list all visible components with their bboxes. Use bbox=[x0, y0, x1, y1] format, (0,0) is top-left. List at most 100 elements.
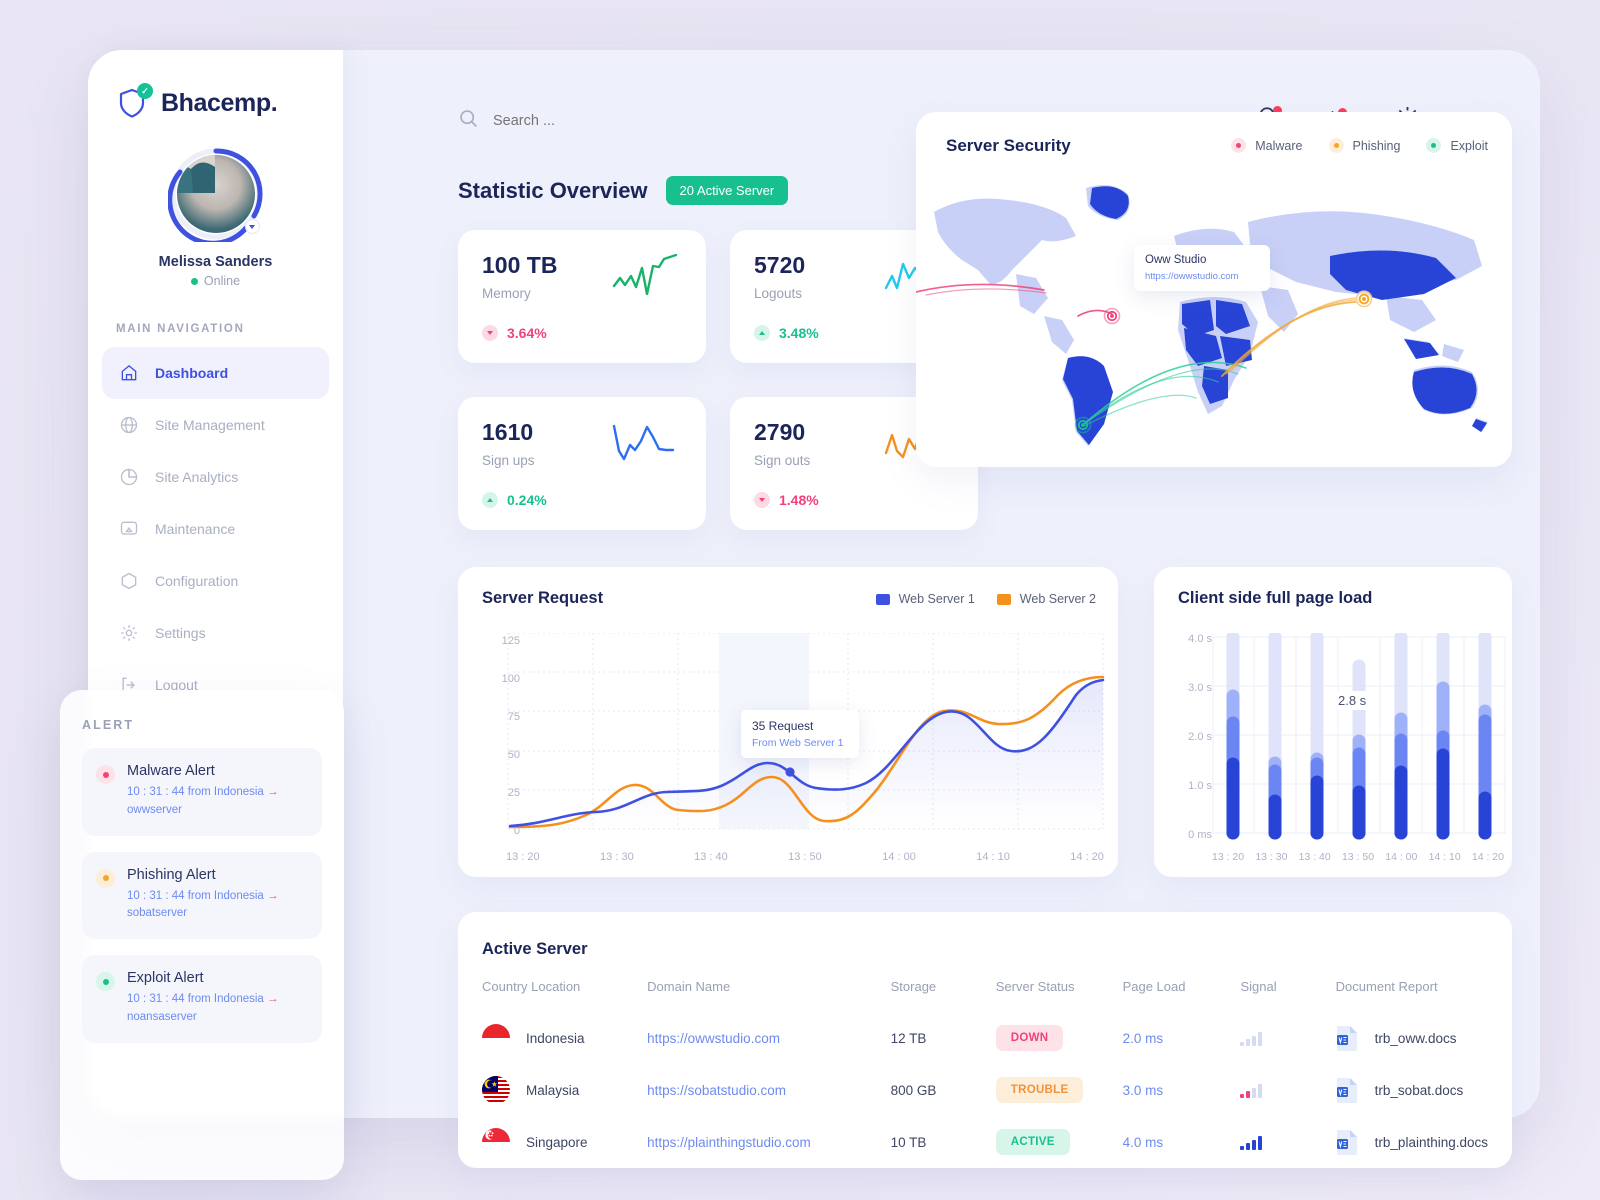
shield-check-icon: ✓ bbox=[116, 83, 153, 120]
arrow-up-icon bbox=[754, 325, 770, 341]
alert-server: noansaserver bbox=[127, 1011, 197, 1024]
chevron-down-icon[interactable] bbox=[244, 219, 260, 234]
server-request-chart-card: Server Request Web Server 1 Web Server 2… bbox=[458, 567, 1118, 877]
document-name[interactable]: trb_plainthing.docs bbox=[1375, 1135, 1488, 1150]
cell-signal bbox=[1240, 1116, 1335, 1168]
table-row[interactable]: Malaysia https://sobatstudio.com 800 GB … bbox=[482, 1064, 1488, 1116]
cell-document: trb_oww.docs bbox=[1336, 1012, 1488, 1064]
legend-label: Exploit bbox=[1450, 138, 1488, 153]
malware-dot-icon bbox=[96, 765, 115, 784]
alert-meta: 10 : 31 : 44 from Indonesia → owwserver bbox=[127, 784, 279, 820]
legend-label: Malware bbox=[1255, 138, 1303, 153]
column-header: Server Status bbox=[995, 979, 1075, 994]
sidebar-item-site-management[interactable]: Site Management bbox=[102, 399, 329, 451]
stat-card-memory[interactable]: 100 TB Memory 3.64% bbox=[458, 230, 706, 363]
legend-exploit[interactable]: Exploit bbox=[1426, 138, 1488, 153]
x-tick: 14 : 00 bbox=[882, 851, 916, 863]
cell-document: trb_plainthing.docs bbox=[1336, 1116, 1488, 1168]
map-tooltip[interactable]: Oww Studio https://owwstudio.com bbox=[1134, 245, 1270, 291]
word-doc-icon bbox=[1336, 1076, 1359, 1104]
active-server-table: Country Location Domain Name Storage Ser… bbox=[482, 979, 1488, 1168]
document-name[interactable]: trb_oww.docs bbox=[1375, 1031, 1457, 1046]
profile-status: Online bbox=[88, 274, 343, 288]
column-header: Page Load bbox=[1122, 979, 1186, 994]
sidebar-label: Site Analytics bbox=[155, 469, 239, 485]
search-box[interactable] bbox=[458, 108, 713, 134]
brand-name: Bhacemp. bbox=[161, 88, 278, 117]
stat-delta: 3.48% bbox=[754, 325, 819, 341]
document-name[interactable]: trb_sobat.docs bbox=[1375, 1083, 1464, 1098]
stat-delta-value: 0.24% bbox=[507, 492, 547, 508]
alert-item-exploit[interactable]: Exploit Alert 10 : 31 : 44 from Indonesi… bbox=[82, 955, 322, 1043]
sidebar-item-dashboard[interactable]: Dashboard bbox=[102, 347, 329, 399]
arrow-down-icon bbox=[482, 325, 498, 341]
page-load-chart-card: Client side full page load 4.0 s 3.0 s 2… bbox=[1154, 567, 1512, 877]
search-input[interactable] bbox=[493, 113, 713, 129]
legend-web-server-1[interactable]: Web Server 1 bbox=[875, 592, 975, 606]
profile-block: Melissa Sanders Online bbox=[88, 146, 343, 288]
legend-label: Web Server 2 bbox=[1019, 592, 1096, 606]
main-navigation: Dashboard Site Management Site Analytics… bbox=[88, 341, 343, 711]
y-tick: 1.0 s bbox=[1188, 780, 1212, 792]
cell-domain[interactable]: https://sobatstudio.com bbox=[647, 1064, 890, 1116]
alert-time: 10 : 31 : 44 from Indonesia bbox=[127, 889, 264, 902]
map-legend: Malware Phishing Exploit bbox=[1231, 138, 1488, 153]
sidebar-item-site-analytics[interactable]: Site Analytics bbox=[102, 451, 329, 503]
profile-name: Melissa Sanders bbox=[158, 254, 273, 270]
sidebar-label: Settings bbox=[155, 625, 206, 641]
chart-tooltip-value: 35 Request bbox=[752, 719, 814, 733]
shield-check-badge: ✓ bbox=[137, 83, 153, 99]
stat-delta-value: 1.48% bbox=[779, 492, 819, 508]
table-row[interactable]: Indonesia https://owwstudio.com 12 TB DO… bbox=[482, 1012, 1488, 1064]
sidebar-item-settings[interactable]: Settings bbox=[102, 607, 329, 659]
alert-panel: ALERT Malware Alert 10 : 31 : 44 from In… bbox=[60, 690, 344, 1180]
legend-web-server-2[interactable]: Web Server 2 bbox=[996, 592, 1096, 606]
y-tick: 4.0 s bbox=[1188, 633, 1212, 645]
flag-indonesia bbox=[482, 1024, 510, 1052]
column-header: Document Report bbox=[1335, 979, 1438, 994]
alert-item-malware[interactable]: Malware Alert 10 : 31 : 44 from Indonesi… bbox=[82, 748, 322, 836]
cell-storage: 12 TB bbox=[890, 1030, 927, 1046]
alert-item-phishing[interactable]: Phishing Alert 10 : 31 : 44 from Indones… bbox=[82, 851, 322, 940]
stat-card-signups[interactable]: 1610 Sign ups 0.24% bbox=[458, 397, 706, 530]
word-doc-icon bbox=[1336, 1128, 1359, 1156]
alert-time: 10 : 31 : 44 from Indonesia bbox=[127, 993, 264, 1006]
brand: ✓ Bhacemp. bbox=[88, 50, 343, 120]
legend-malware[interactable]: Malware bbox=[1231, 138, 1303, 153]
column-header: Signal bbox=[1240, 979, 1277, 994]
cell-storage: 10 TB bbox=[890, 1134, 927, 1150]
map-tooltip-url[interactable]: https://owwstudio.com bbox=[1145, 271, 1259, 282]
table-row[interactable]: Singapore https://plainthingstudio.com 1… bbox=[482, 1116, 1488, 1168]
stat-delta: 1.48% bbox=[754, 492, 819, 508]
phishing-dot-icon bbox=[96, 868, 115, 888]
signal-icon bbox=[1240, 1026, 1341, 1046]
cell-country: Malaysia bbox=[482, 1064, 647, 1116]
hexagon-icon bbox=[118, 571, 139, 592]
avatar-image bbox=[176, 155, 255, 233]
sidebar-item-configuration[interactable]: Configuration bbox=[102, 555, 329, 607]
bar-annotation: 2.8 s bbox=[1330, 691, 1375, 710]
y-tick: 2.0 s bbox=[1188, 731, 1212, 743]
sidebar-item-maintenance[interactable]: Maintenance bbox=[102, 503, 329, 555]
chart-tooltip-source: From Web Server 1 bbox=[752, 737, 844, 749]
sparkline-signups bbox=[612, 424, 675, 461]
cell-domain[interactable]: https://owwstudio.com bbox=[647, 1012, 890, 1064]
cell-domain[interactable]: https://plainthingstudio.com bbox=[647, 1116, 890, 1168]
x-tick: 14 : 10 bbox=[1428, 851, 1461, 863]
monitor-icon bbox=[118, 519, 139, 540]
table-header-row: Country Location Domain Name Storage Ser… bbox=[482, 979, 1488, 1012]
cell-signal bbox=[1240, 1064, 1335, 1116]
chart-x-axis: 13 : 20 13 : 30 13 : 40 13 : 50 14 : 00 … bbox=[506, 851, 1104, 863]
alert-meta: 10 : 31 : 44 from Indonesia → noansaserv… bbox=[127, 991, 279, 1027]
alert-title: Phishing Alert bbox=[127, 866, 216, 883]
alert-server: sobatserver bbox=[127, 907, 188, 920]
map-marker-phishing bbox=[1355, 290, 1373, 308]
malware-dot-icon bbox=[1231, 138, 1247, 153]
world-map bbox=[916, 185, 1488, 446]
cell-page-load: 2.0 ms bbox=[1122, 1030, 1164, 1046]
alert-meta: 10 : 31 : 44 from Indonesia → sobatserve… bbox=[127, 888, 279, 924]
chart-tooltip: 35 Request From Web Server 1 bbox=[741, 710, 859, 758]
word-doc-icon bbox=[1336, 1024, 1359, 1052]
column-header: Domain Name bbox=[647, 979, 731, 994]
legend-phishing[interactable]: Phishing bbox=[1328, 138, 1400, 153]
